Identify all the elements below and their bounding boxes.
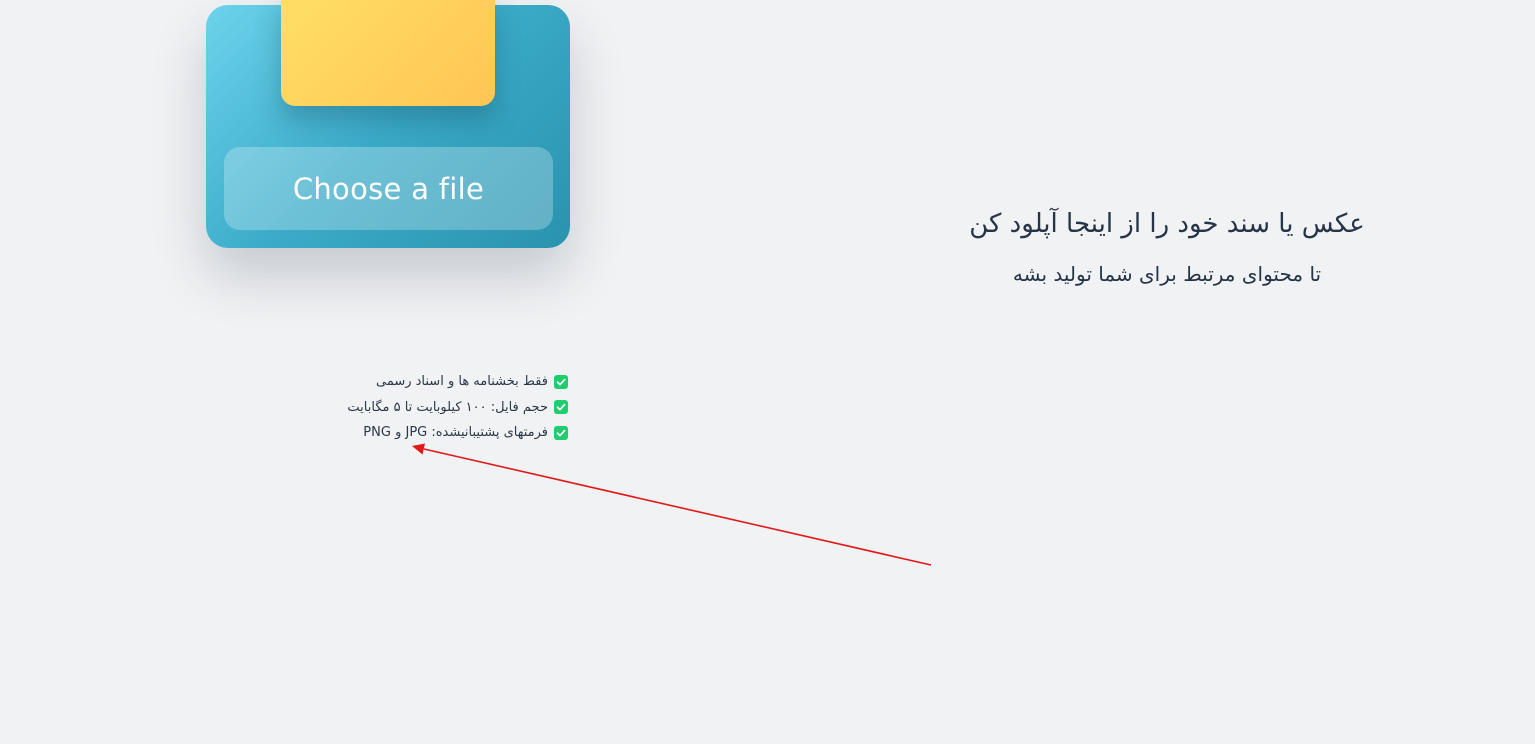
requirement-label: فقط بخشنامه ها و اسناد رسمی (375, 374, 548, 390)
page-title: عکس یا سند خود را از اینجا آپلود کن (969, 209, 1365, 239)
requirement-item: فرمتهای پشتیبانیشده: JPG و PNG (300, 420, 568, 446)
choose-file-button[interactable]: Choose a file (224, 147, 553, 230)
check-icon (554, 425, 568, 440)
check-icon (554, 400, 568, 415)
upload-heading: عکس یا سند خود را از اینجا آپلود کن تا م… (907, 200, 1427, 300)
check-icon (554, 374, 568, 389)
file-upload-card[interactable]: Choose a file (206, 0, 570, 248)
upload-requirements-list: فقط بخشنامه ها و اسناد رسمی حجم فایل: ۱۰… (300, 369, 568, 446)
requirement-item: حجم فایل: ۱۰۰ کیلوبایت تا ۵ مگابایت (300, 395, 568, 421)
requirement-label: حجم فایل: ۱۰۰ کیلوبایت تا ۵ مگابایت (347, 399, 548, 415)
folder-icon (281, 0, 495, 106)
requirement-item: فقط بخشنامه ها و اسناد رسمی (300, 369, 568, 395)
requirement-label: فرمتهای پشتیبانیشده: JPG و PNG (363, 425, 548, 441)
page-subtitle: تا محتوای مرتبط برای شما تولید بشه (1012, 262, 1322, 286)
